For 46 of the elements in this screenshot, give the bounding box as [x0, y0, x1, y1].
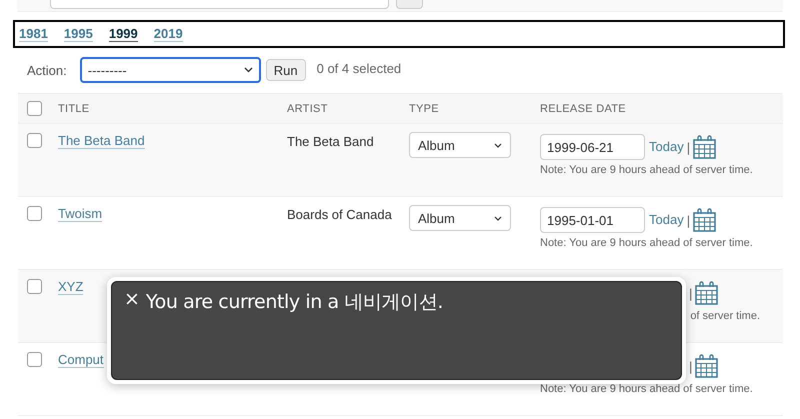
- row-checkbox[interactable]: [27, 133, 42, 148]
- year-link[interactable]: 1999: [108, 26, 138, 42]
- today-link[interactable]: Today: [649, 213, 684, 227]
- run-button[interactable]: Run: [266, 59, 306, 81]
- caption-text: You are currently in a 네비게이션.: [146, 290, 444, 315]
- title-link[interactable]: Twoism: [58, 207, 102, 222]
- title-link[interactable]: The Beta Band: [58, 134, 145, 149]
- date-field[interactable]: 1999-06-21: [540, 134, 645, 160]
- selection-counter: 0 of 4 selected: [316, 60, 402, 76]
- close-button[interactable]: ×: [124, 288, 140, 310]
- title-link[interactable]: Comput: [58, 353, 104, 368]
- row-checkbox[interactable]: [27, 279, 42, 294]
- separator: |: [686, 140, 690, 154]
- calendar-icon[interactable]: [693, 208, 716, 232]
- timezone-note: Note: You are 9 hours ahead of server time.: [540, 164, 754, 176]
- year-link[interactable]: 2019: [154, 26, 183, 42]
- select-all-checkbox[interactable]: [27, 101, 42, 116]
- action-label: Action:: [27, 62, 67, 78]
- timezone-note: of server time.: [689, 310, 760, 322]
- action-select[interactable]: ---------: [80, 57, 261, 83]
- date-field[interactable]: 1995-01-01: [540, 207, 645, 233]
- row-checkbox[interactable]: [27, 206, 42, 221]
- calendar-icon[interactable]: [695, 354, 718, 378]
- artist-cell-text: Boards of Canada: [287, 207, 393, 222]
- separator: |: [686, 212, 690, 228]
- column-header[interactable]: TITLE: [58, 102, 287, 114]
- column-header[interactable]: RELEASE DATE: [540, 102, 783, 114]
- chevron-icon: [244, 67, 253, 73]
- calendar-icon[interactable]: [693, 135, 716, 159]
- timezone-note: Note: You are 9 hours ahead of server time.: [540, 383, 754, 395]
- column-header[interactable]: TYPE: [409, 102, 540, 114]
- separator: |: [689, 358, 692, 374]
- timezone-note: Note: You are 9 hours ahead of server time.: [540, 237, 754, 249]
- title-link[interactable]: XYZ: [58, 280, 84, 295]
- type-select[interactable]: Album: [409, 205, 511, 231]
- calendar-icon[interactable]: [695, 281, 718, 305]
- type-select[interactable]: Album: [409, 132, 511, 158]
- year-link[interactable]: 1995: [64, 26, 93, 42]
- artist-cell-text: The Beta Band: [287, 134, 375, 149]
- year-link[interactable]: 1981: [19, 26, 48, 42]
- separator: |: [689, 286, 692, 300]
- today-link[interactable]: Today: [649, 140, 684, 154]
- row-checkbox[interactable]: [27, 352, 42, 367]
- chevron-icon: [494, 142, 502, 148]
- column-header[interactable]: ARTIST: [287, 102, 409, 114]
- chevron-icon: [494, 216, 502, 220]
